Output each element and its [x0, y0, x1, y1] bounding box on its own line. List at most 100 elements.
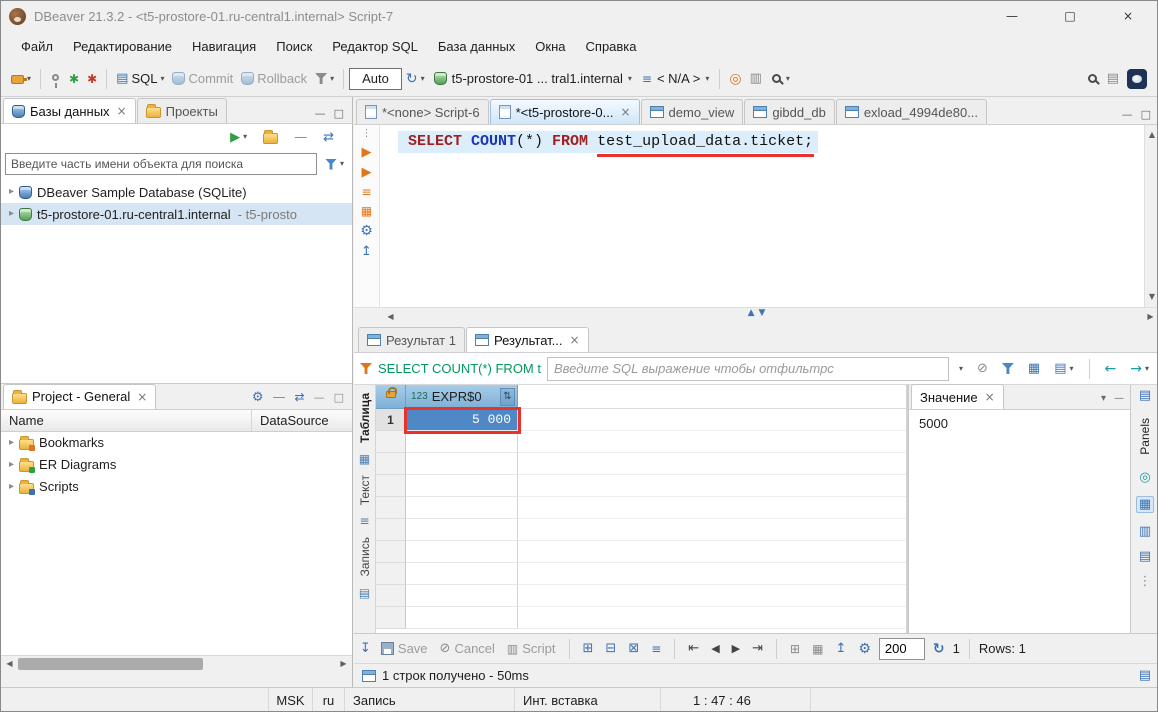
object-search-input[interactable] — [5, 153, 317, 175]
maximize-editor-icon[interactable]: □ — [1141, 109, 1151, 120]
close-icon[interactable]: × — [137, 391, 147, 403]
cursor-position-indicator[interactable]: 1 : 47 : 46 — [661, 688, 811, 712]
menu-edit[interactable]: Редактирование — [63, 35, 182, 58]
connect-button[interactable]: ▶ ▾ — [226, 125, 251, 149]
edit-panel-icon[interactable]: ▥ — [1139, 525, 1151, 538]
language-indicator[interactable]: ru — [313, 688, 345, 712]
row-header-corner[interactable] — [376, 385, 406, 409]
commit-mode-select[interactable]: Auto — [349, 68, 402, 90]
close-icon[interactable]: × — [117, 105, 127, 117]
minimize-editor-icon[interactable]: — — [1122, 109, 1133, 120]
value-viewer-icon[interactable]: ◎ — [1139, 471, 1150, 484]
filter-history-button[interactable]: ▾ — [955, 357, 967, 381]
refresh-results-button[interactable]: ↻ — [929, 640, 949, 658]
scroll-thumb[interactable] — [18, 658, 203, 670]
export-results-button[interactable]: ↥ — [831, 640, 850, 657]
grid-row-empty[interactable] — [376, 607, 906, 629]
project-item-scripts[interactable]: ▸ Scripts — [1, 476, 352, 498]
script-button[interactable]: ▥ Script — [503, 639, 560, 658]
project-hscrollbar[interactable]: ◀ ▶ — [1, 655, 352, 672]
commit-button[interactable]: Commit — [168, 67, 237, 91]
grid-presentation-icon[interactable]: ▦ — [359, 453, 370, 465]
minimize-view-icon[interactable]: — — [315, 108, 326, 119]
grid-row-empty[interactable] — [376, 541, 906, 563]
grid-row-empty[interactable] — [376, 453, 906, 475]
history-back-button[interactable]: ← — [1101, 357, 1121, 381]
timezone-indicator[interactable]: MSK — [269, 688, 313, 712]
value-menu-icon[interactable]: ▾ — [1101, 394, 1106, 404]
sort-icon[interactable]: ⇅ — [500, 388, 515, 406]
editor-settings-icon[interactable]: ⚙ — [360, 224, 373, 238]
tab-script-6[interactable]: *<none> Script-6 — [356, 99, 489, 124]
more-panels-icon[interactable]: ⋮ — [1139, 575, 1152, 588]
new-folder-button[interactable] — [259, 125, 282, 149]
rollback-button[interactable]: Rollback — [237, 67, 311, 91]
tab-result-2[interactable]: Результат... × — [466, 327, 589, 352]
execute-statement-icon[interactable]: ▶ — [362, 146, 372, 159]
close-icon[interactable]: × — [620, 106, 630, 118]
menu-search[interactable]: Поиск — [266, 35, 322, 58]
scroll-left-icon[interactable]: ◀ — [382, 309, 399, 325]
menu-database[interactable]: База данных — [428, 35, 525, 58]
grid-row-empty[interactable] — [376, 497, 906, 519]
duplicate-row-button[interactable]: ⊟ — [601, 640, 620, 657]
project-item-bookmarks[interactable]: ▸ Bookmarks — [1, 432, 352, 454]
filter-expression-input[interactable] — [547, 357, 949, 381]
quick-search-button[interactable] — [1082, 67, 1103, 91]
close-window-button[interactable]: × — [1099, 1, 1157, 31]
maximize-window-button[interactable]: □ — [1041, 1, 1099, 31]
print-button[interactable]: ▥ — [746, 67, 766, 91]
panels-menu-button[interactable]: ▤ ▾ — [1050, 357, 1077, 381]
grid-row-empty[interactable] — [376, 585, 906, 607]
new-connection-button[interactable]: ▾ — [7, 67, 35, 91]
sql-editor[interactable]: ⋮ ▶ ▶ ≡ ▦ ⚙ ↥ SELECT COUNT(*) FROM test_… — [354, 125, 1158, 307]
scroll-right-icon[interactable]: ▶ — [335, 656, 352, 672]
maximize-view-icon[interactable]: □ — [334, 108, 344, 119]
panels-tab-icon[interactable]: ▤ — [1139, 389, 1151, 402]
refresh-connection-button[interactable]: ↻ ▾ — [402, 67, 429, 91]
tab-script-7[interactable]: *<t5-prostore-0... × — [490, 99, 640, 124]
collapse-all-icon[interactable]: — — [273, 391, 286, 404]
expander-icon[interactable]: ▸ — [9, 482, 14, 492]
insert-mode-indicator[interactable]: Инт. вставка — [515, 688, 661, 712]
fetch-all-icon[interactable]: ↧ — [360, 642, 371, 655]
column-name[interactable]: Name — [1, 410, 251, 431]
record-presentation-icon[interactable]: ▤ — [359, 587, 370, 599]
expander-icon[interactable]: ▸ — [9, 460, 14, 470]
export-data-icon[interactable]: ↥ — [361, 245, 372, 258]
fit-columns-button[interactable]: ▦ — [808, 641, 827, 657]
expander-icon[interactable]: ▸ — [9, 438, 14, 448]
row-number-cell[interactable]: 1 — [376, 409, 406, 431]
sash-up-icon[interactable]: ▲ — [748, 309, 755, 318]
grid-row-empty[interactable] — [376, 475, 906, 497]
grid-row-1[interactable]: 1 5 000 — [376, 409, 906, 431]
column-header-expr0[interactable]: 123 EXPR$0 ⇅ — [406, 385, 518, 409]
tree-item-sample-db[interactable]: ▸ DBeaver Sample Database (SQLite) — [1, 181, 352, 203]
sash-down-icon[interactable]: ▼ — [759, 309, 766, 318]
expander-icon[interactable]: ▸ — [9, 209, 14, 219]
grid-row-empty[interactable] — [376, 431, 906, 453]
tree-item-t5-prostore[interactable]: ▸ t5-prostore-01.ru-central1.internal - … — [1, 203, 352, 225]
menu-help[interactable]: Справка — [576, 35, 647, 58]
filter-query-label[interactable]: SELECT COUNT(*) FROM t — [378, 361, 541, 376]
schema-selector[interactable]: ≡ < N/A > ▾ — [637, 67, 714, 91]
tab-gibdd-db[interactable]: gibdd_db — [744, 99, 835, 124]
pin-button[interactable] — [46, 67, 65, 91]
new-sql-editor-button[interactable]: ▤ SQL ▾ — [112, 67, 168, 91]
tab-project-general[interactable]: Project - General × — [3, 384, 156, 409]
transaction-mode-button[interactable]: ▾ — [311, 67, 338, 91]
edit-mode-indicator[interactable]: Запись — [345, 688, 515, 712]
open-perspective-button[interactable]: ▤ — [1103, 67, 1123, 91]
value-cell-selected[interactable]: 5 000 — [406, 409, 518, 431]
notifications-icon[interactable]: ▤ — [1139, 669, 1151, 682]
editor-hscrollbar[interactable]: ◀ ▲ ▼ ▶ — [354, 307, 1158, 325]
value-content[interactable]: 5000 — [909, 410, 1130, 437]
link-icon[interactable]: ⇄ — [295, 391, 305, 403]
scroll-right-icon[interactable]: ▶ — [1142, 309, 1158, 325]
fetch-size-input[interactable] — [879, 638, 925, 660]
scroll-left-icon[interactable]: ◀ — [1, 656, 18, 672]
explain-plan-icon[interactable]: ≡ — [361, 186, 371, 198]
connection-selector[interactable]: t5-prostore-01 ... tral1.internal ▾ — [429, 67, 637, 91]
minimize-view-icon[interactable]: — — [314, 392, 325, 403]
editor-vscrollbar[interactable]: ▲ ▼ — [1144, 125, 1158, 307]
